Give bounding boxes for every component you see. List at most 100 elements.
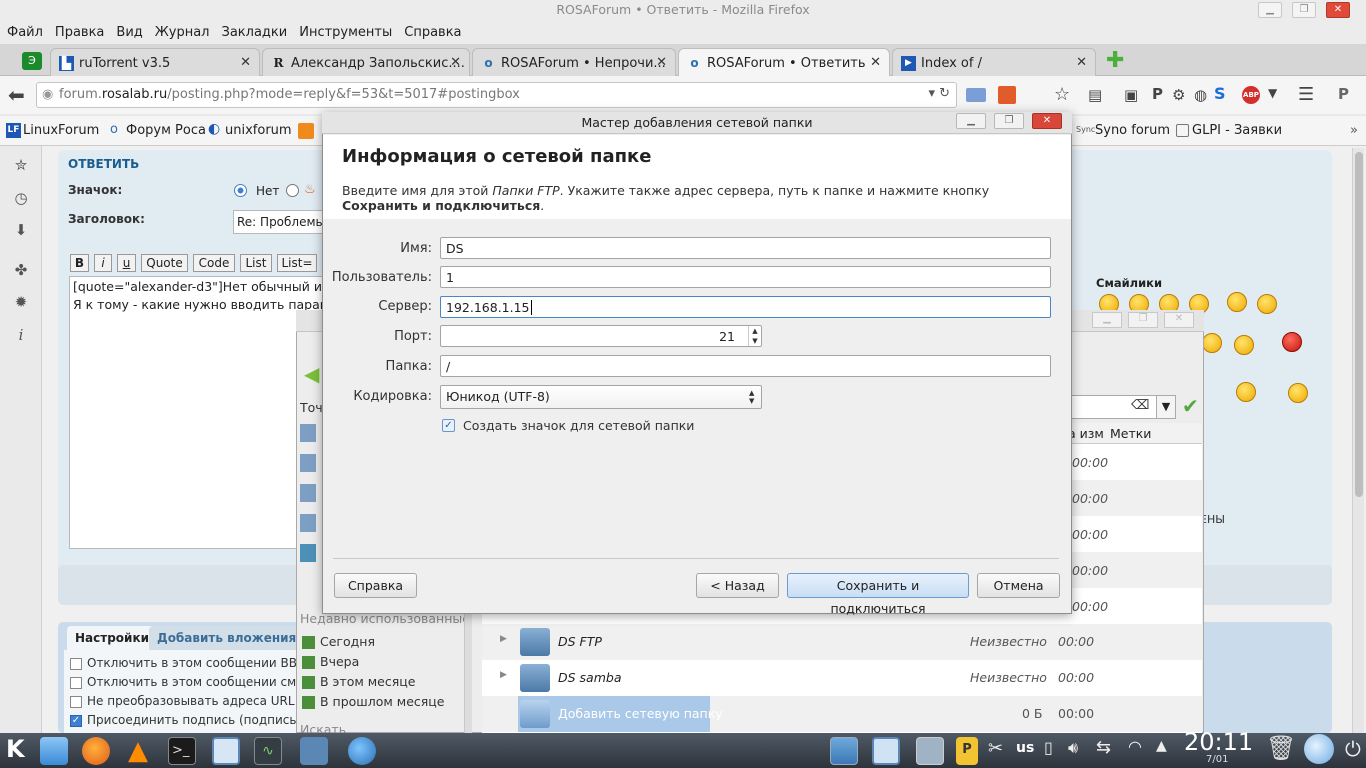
close-tab-icon[interactable]: ✕ [656, 55, 667, 70]
tab-groups-icon[interactable]: Э [22, 52, 42, 70]
p-tray-icon[interactable]: P [956, 737, 978, 765]
tab-attachments[interactable]: Добавить вложения [149, 626, 305, 650]
trash-icon[interactable]: 🗑︎ [1266, 734, 1296, 762]
encoding-select[interactable]: Юникод (UTF-8) [440, 385, 762, 409]
list-ordered-button[interactable]: List= [277, 254, 317, 272]
col-modified[interactable]: а изм [1068, 426, 1104, 441]
addon-icon[interactable] [998, 86, 1016, 104]
bookmark-glpi[interactable]: GLPI - Заявки [1192, 123, 1282, 138]
new-tab-icon[interactable]: ✚ [1106, 48, 1124, 73]
tab-rosaforum-reply[interactable]: o ROSAForum • Ответить ✕ [678, 48, 890, 77]
clock-time[interactable]: 20:11 [1184, 728, 1253, 756]
create-icon-checkbox[interactable]: ✓ [442, 419, 455, 432]
file-row-ds-ftp[interactable]: ▶ DS FTP Неизвестно 00:00 [482, 624, 1202, 660]
menu-tools[interactable]: Инструменты [292, 22, 397, 40]
attach-signature-checkbox[interactable]: ✓ Присоединить подпись (подпись мо [70, 713, 317, 727]
file-row-ds-samba[interactable]: ▶ DS samba Неизвестно 00:00 [482, 660, 1202, 696]
expand-arrow-icon[interactable]: ▶ [500, 634, 507, 644]
clear-search-icon[interactable]: ⌫ [1131, 398, 1149, 413]
apply-check-icon[interactable]: ✔ [1182, 394, 1199, 418]
bookmarks-menu-icon[interactable]: ▤ [1088, 86, 1102, 104]
icon-none-radio[interactable] [234, 184, 247, 197]
info-icon[interactable]: i [12, 326, 30, 344]
smiley-icon[interactable] [1288, 383, 1308, 403]
addons-puzzle-icon[interactable]: ✤ [12, 261, 30, 279]
places-icons[interactable] [300, 424, 316, 574]
scrollbar-thumb[interactable] [1355, 152, 1363, 497]
name-field[interactable]: DS [440, 237, 1051, 259]
fm-close-button[interactable]: ✕ [1164, 312, 1194, 328]
smiley-icon[interactable] [1202, 333, 1222, 353]
network-icon[interactable]: ⇆ [1096, 737, 1111, 758]
tab-rosaforum-unread[interactable]: o ROSAForum • Непрочи... ✕ [472, 48, 676, 76]
reload-icon[interactable]: ▾ ↻ [928, 86, 950, 101]
adblock-dropdown-icon[interactable]: ▼ [1268, 86, 1277, 100]
places-scrollbar[interactable] [464, 604, 472, 733]
tab-settings[interactable]: Настройки [67, 626, 158, 650]
recent-today[interactable]: Сегодня [320, 634, 375, 649]
user-field[interactable]: 1 [440, 266, 1051, 288]
bookmark-linuxforum[interactable]: LinuxForum [23, 123, 99, 138]
settings-gear-icon[interactable]: ✹ [12, 293, 30, 311]
menu-edit[interactable]: Правка [48, 22, 109, 40]
maximize-button[interactable]: ❐ [1292, 2, 1316, 18]
address-bar[interactable]: ◉ forum.rosalab.ru/posting.php?mode=repl… [36, 82, 957, 108]
terminal-icon[interactable]: >_ [168, 737, 196, 765]
bookmark-unixforum[interactable]: unixforum [225, 123, 292, 138]
p-icon[interactable]: P [1338, 85, 1349, 103]
disable-smilies-checkbox[interactable]: Отключить в этом сообщении смай [70, 675, 311, 689]
col-tags[interactable]: Метки [1110, 426, 1151, 441]
recent-yesterday[interactable]: Вчера [320, 654, 359, 669]
sunglasses-smiley-icon[interactable] [1257, 294, 1277, 314]
hamburger-menu-icon[interactable]: ☰ [1298, 84, 1314, 105]
wifi-icon[interactable]: ◠ [1128, 737, 1142, 756]
site-info-icon[interactable]: ◉ [42, 87, 53, 102]
tab-rutorrent[interactable]: ▙ ruTorrent v3.5 ✕ [50, 48, 260, 76]
network-manager-icon[interactable] [300, 737, 328, 765]
adblock-icon[interactable]: ABP [1242, 86, 1260, 104]
fm-back-icon[interactable]: ◀ [304, 362, 319, 386]
page-scrollbar[interactable] [1352, 148, 1364, 733]
port-field[interactable]: 21 [440, 325, 762, 347]
keyboard-layout[interactable]: us [1016, 740, 1034, 756]
vlc-icon[interactable]: ▲ [128, 736, 148, 766]
system-monitor-icon[interactable]: ∿ [254, 737, 282, 765]
monitor-icon[interactable] [212, 737, 240, 765]
launcher-k-icon[interactable]: K [6, 735, 25, 763]
port-spinner-icon[interactable]: ▲ ▼ [748, 326, 761, 346]
dialog-minimize-button[interactable]: ▁ [956, 113, 986, 129]
disable-urls-checkbox[interactable]: Не преобразовывать адреса URL в [70, 694, 305, 708]
fm-minimize-button[interactable]: ▁ [1092, 312, 1122, 328]
desktop-icon[interactable] [40, 737, 68, 765]
subject-input[interactable]: Re: Проблемы [233, 210, 333, 234]
bookmark-star-icon[interactable]: ☆ [1054, 84, 1070, 105]
quote-button[interactable]: Quote [141, 254, 188, 272]
bookmark-star-icon[interactable]: ✮ [12, 156, 30, 174]
list-button[interactable]: List [240, 254, 272, 272]
settings-task-icon[interactable] [916, 737, 944, 765]
menu-file[interactable]: Файл [0, 22, 48, 40]
download-icon[interactable]: ⬇ [12, 221, 30, 239]
bookmark-rosa[interactable]: Форум Роса [126, 123, 206, 138]
close-tab-icon[interactable]: ✕ [1076, 55, 1087, 70]
mail-icon[interactable] [966, 88, 986, 102]
shutdown-icon[interactable]: ⏻ [1345, 737, 1361, 761]
addon-circle-icon[interactable]: ◍ [1194, 86, 1207, 104]
message-editor[interactable]: [quote="alexander-d3"]Нет обычный интер … [69, 276, 334, 549]
tab-index[interactable]: ▶ Index of / ✕ [892, 48, 1096, 76]
p-addon-icon[interactable]: P [1152, 85, 1163, 103]
firefox-icon[interactable] [82, 737, 110, 765]
dialog-close-button[interactable]: ✕ [1032, 113, 1062, 129]
back-button[interactable]: < Назад [696, 573, 779, 598]
sync-icon[interactable]: S [1214, 84, 1226, 103]
tab-zapolskis[interactable]: R Александр Запольскис.... ✕ [262, 48, 470, 76]
folder-field[interactable]: / [440, 355, 1051, 377]
italic-button[interactable]: i [94, 254, 112, 272]
bookmark-syno[interactable]: Syno forum [1095, 123, 1170, 138]
dialog-maximize-button[interactable]: ❐ [994, 113, 1024, 129]
bookmark-folder-icon[interactable] [298, 123, 314, 139]
menu-help[interactable]: Справка [397, 22, 466, 40]
search-dropdown-icon[interactable]: ▼ [1156, 395, 1176, 419]
recent-this-month[interactable]: В этом месяце [320, 674, 415, 689]
more-bookmarks-icon[interactable]: » [1350, 123, 1358, 138]
